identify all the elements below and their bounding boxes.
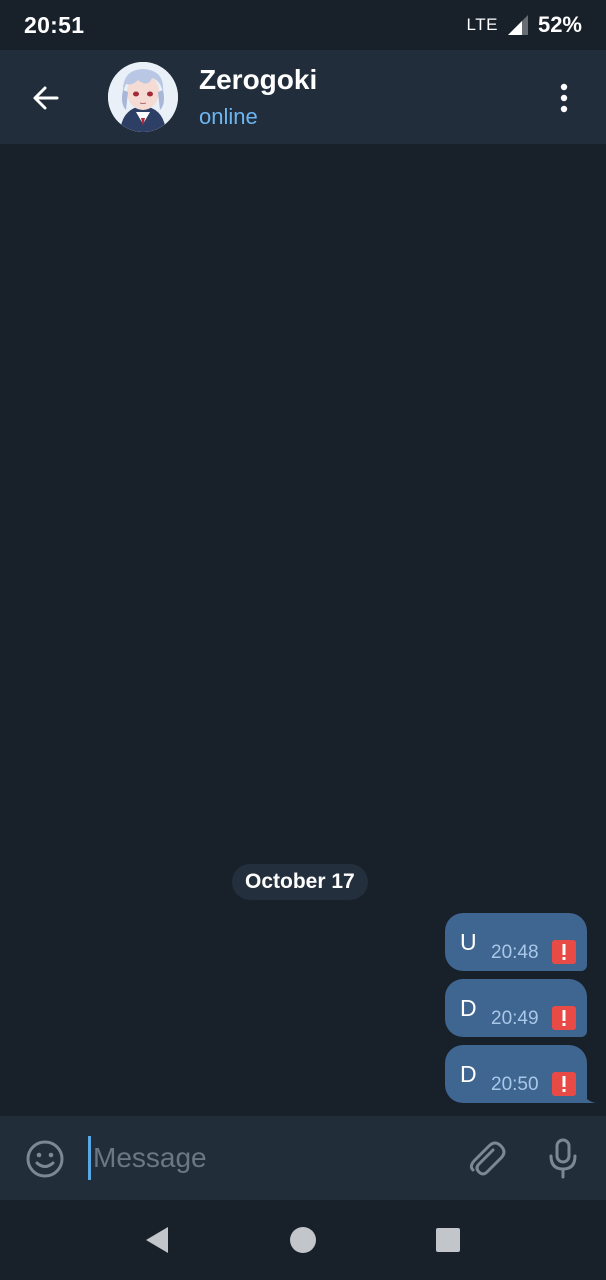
status-right: LTE 52% — [467, 12, 582, 38]
message-time: 20:48 — [491, 942, 539, 963]
send-error-icon[interactable] — [552, 1072, 576, 1096]
chat-screen: 20:51 LTE 52% Zerogoki online October 17… — [0, 0, 606, 1280]
message-list[interactable]: October 17 U 20:48 D 20:49 D 20:50 — [0, 144, 606, 1116]
back-arrow-icon — [33, 86, 59, 110]
nav-home-button[interactable] — [290, 1227, 316, 1253]
emoji-button[interactable] — [24, 1138, 66, 1180]
microphone-icon — [549, 1138, 577, 1179]
nav-back-button[interactable] — [142, 1224, 174, 1256]
composer-bar — [0, 1116, 606, 1200]
chat-header: Zerogoki online — [0, 50, 606, 144]
message-time: 20:49 — [491, 1008, 539, 1029]
message-bubble[interactable]: D 20:50 — [445, 1045, 596, 1103]
message-text: D — [460, 1061, 477, 1087]
status-bar: 20:51 LTE 52% — [0, 0, 606, 50]
bubble-tail — [582, 1089, 596, 1103]
triangle-back-icon — [146, 1227, 168, 1253]
message-input[interactable] — [88, 1136, 443, 1180]
network-type: LTE — [466, 15, 498, 34]
avatar[interactable] — [108, 62, 178, 132]
send-error-icon[interactable] — [552, 1006, 576, 1030]
emoji-icon — [26, 1140, 64, 1178]
chat-status: online — [199, 104, 258, 129]
nav-recents-button[interactable] — [436, 1228, 460, 1252]
avatar-image — [108, 62, 178, 132]
microphone-button[interactable] — [542, 1136, 586, 1180]
attach-button[interactable] — [463, 1136, 507, 1180]
message-time: 20:50 — [491, 1074, 539, 1095]
more-options-button[interactable] — [544, 74, 584, 122]
paperclip-icon — [469, 1141, 506, 1176]
message-bubble[interactable]: D 20:49 — [445, 979, 587, 1037]
back-button[interactable] — [22, 74, 70, 122]
chat-title[interactable]: Zerogoki — [199, 64, 317, 96]
more-vertical-icon — [560, 83, 568, 113]
signal-icon — [507, 15, 528, 35]
battery-percent: 52% — [537, 12, 582, 37]
send-error-icon[interactable] — [552, 940, 576, 964]
status-time: 20:51 — [24, 12, 85, 38]
date-separator: October 17 — [232, 864, 368, 900]
system-nav-bar — [0, 1200, 606, 1280]
message-text: U — [460, 929, 477, 955]
message-text: D — [460, 995, 477, 1021]
message-bubble[interactable]: U 20:48 — [445, 913, 587, 971]
